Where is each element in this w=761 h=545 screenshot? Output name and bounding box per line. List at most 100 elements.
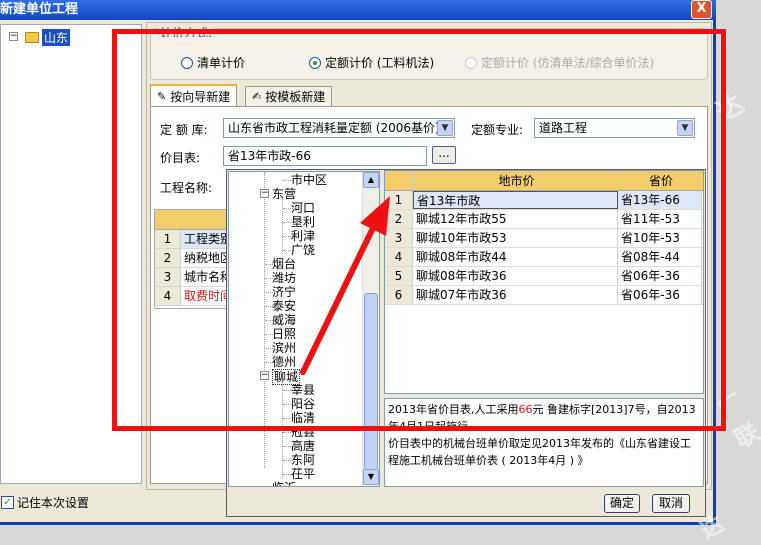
province-price-cell: 省10年-53 xyxy=(618,229,702,247)
project-info-grid[interactable]: 1 工程类别 2 纳税地区 3 城市名称 4 取费时间 xyxy=(154,209,234,309)
radio-bill-pricing[interactable]: 清单计价 xyxy=(181,54,245,71)
grid-header xyxy=(155,210,233,230)
close-button[interactable]: X xyxy=(691,0,712,19)
row-text: 纳税地区 xyxy=(184,251,233,265)
radio-quota-composite[interactable]: 定额计价 (仿清单法/综合单价法) xyxy=(465,54,654,71)
region-tree-item[interactable]: 阳谷 xyxy=(291,397,315,411)
tab-label: 按向导新建 xyxy=(170,90,231,104)
table-row[interactable]: 4 取费时间 xyxy=(155,287,233,306)
pricing-method-title: 计价方式: xyxy=(158,27,215,37)
tree-guide-line xyxy=(282,381,283,479)
scroll-thumb[interactable] xyxy=(364,293,378,470)
city-price-cell: 省13年市政 xyxy=(413,191,618,209)
region-tree-item[interactable]: 垦利 xyxy=(291,215,315,229)
row-number: 1 xyxy=(155,230,181,248)
cancel-button[interactable]: 取消 xyxy=(652,494,690,513)
region-tree-item[interactable]: 滨州 xyxy=(272,341,296,355)
tree-expander-icon[interactable]: − xyxy=(260,189,269,198)
region-tree-item[interactable]: 茌平 xyxy=(291,467,315,481)
note-line-2: 价目表中的机械台班单价取定见2013年发布的《山东省建设工程施工机械台班单价表 … xyxy=(388,437,691,467)
row-text: 工程类别 xyxy=(181,230,233,248)
scroll-up-icon[interactable]: ▲ xyxy=(363,172,379,188)
note-line-1: 2013年省价目表,人工采用66元 鲁建标字[2013]7号，自2013年4月1… xyxy=(388,401,700,429)
region-tree-item[interactable]: 市中区 xyxy=(291,173,327,187)
ok-button[interactable]: 确定 xyxy=(604,494,640,513)
column-header: 地市价 xyxy=(413,171,618,190)
region-tree-item[interactable]: 东营 xyxy=(272,187,296,201)
region-tree-item[interactable]: 利津 xyxy=(291,229,315,243)
watermark-glyph: 广联 xyxy=(711,387,761,454)
quota-major-value: 道路工程 xyxy=(539,121,588,135)
row-number: 2 xyxy=(155,249,181,267)
row-number: 1 xyxy=(385,191,413,209)
city-price-cell: 聊城08年市政44 xyxy=(413,248,618,266)
quota-major-select[interactable]: 道路工程 ▼ xyxy=(534,118,695,138)
region-tree-item[interactable]: 泰安 xyxy=(272,299,296,313)
region-tree-item[interactable]: 莘县 xyxy=(291,383,315,397)
region-tree[interactable]: 市中区 − 东营 河口 垦利 利津 广饶 烟台 潍坊 济宁 泰安 威海 日照 滨州 德州 − 聊城 莘县 阳谷 临清冠… xyxy=(228,171,380,487)
radio-label: 清单计价 xyxy=(197,56,246,70)
price-table-notes: 2013年省价目表,人工采用66元 鲁建标字[2013]7号，自2013年4月1… xyxy=(384,398,704,487)
quota-major-label: 定额专业: xyxy=(471,123,524,137)
column-header xyxy=(385,171,413,190)
quota-lib-select[interactable]: 山东省市政工程消耗量定额 (2006基价) ▼ xyxy=(223,118,455,138)
radio-label: 定额计价 (工料机法) xyxy=(325,56,435,70)
region-tree-item[interactable]: 临沂 xyxy=(272,481,296,486)
price-table-input[interactable]: 省13年市政-66 xyxy=(223,146,427,166)
region-tree-scrollbar[interactable]: ▲ ▼ xyxy=(362,172,379,486)
tree-node-shandong[interactable]: 山东 xyxy=(25,29,71,46)
region-tree-item[interactable]: 高唐 xyxy=(291,439,315,453)
region-tree-item[interactable]: 烟台 xyxy=(272,257,296,271)
tree-expander-icon[interactable]: − xyxy=(9,32,18,41)
table-row[interactable]: 2 纳税地区 xyxy=(155,249,233,268)
remember-label: 记住本次设置 xyxy=(17,496,90,510)
quota-lib-label: 定 额 库: xyxy=(160,123,208,137)
price-table-label: 价目表: xyxy=(160,151,201,165)
scroll-down-icon[interactable]: ▼ xyxy=(363,469,379,485)
radio-dot-icon xyxy=(181,56,193,69)
row-number: 4 xyxy=(385,248,413,266)
region-tree-item[interactable]: 东阿 xyxy=(291,453,315,467)
table-row[interactable]: 6 聊城07年市政36 省06年-36 xyxy=(385,286,703,305)
city-price-cell: 聊城12年市政55 xyxy=(413,210,618,228)
region-tree-item[interactable]: 日照 xyxy=(272,327,296,341)
radio-quota-labor-material[interactable]: 定额计价 (工料机法) xyxy=(309,54,434,71)
region-tree-item[interactable]: 广饶 xyxy=(291,243,315,257)
project-name-label: 工程名称: xyxy=(160,181,213,195)
city-price-cell: 聊城10年市政53 xyxy=(413,229,618,247)
region-tree-item[interactable]: 冠县 xyxy=(291,425,315,439)
table-row[interactable]: 3 聊城10年市政53 省10年-53 xyxy=(385,229,703,248)
tree-expander-icon[interactable]: − xyxy=(260,371,269,380)
region-tree-item[interactable]: 临清 xyxy=(291,411,315,425)
note-highlight: 66 xyxy=(518,403,533,416)
tab-template[interactable]: ✍ 按模板新建 xyxy=(245,86,333,106)
chevron-down-icon[interactable]: ▼ xyxy=(677,120,693,136)
region-tree-item[interactable]: 德州 xyxy=(272,355,296,369)
table-row[interactable]: 1 省13年市政 省13年-66 xyxy=(385,191,703,210)
chevron-down-icon[interactable]: ▼ xyxy=(437,120,453,136)
region-tree-item[interactable]: 河口 xyxy=(291,201,315,215)
table-row[interactable]: 3 城市名称 xyxy=(155,268,233,287)
table-row[interactable]: 4 聊城08年市政44 省08年-44 xyxy=(385,248,703,267)
row-number: 3 xyxy=(155,268,181,286)
price-list-table[interactable]: 地市价 省价 1 省13年市政 省13年-66 2 聊城12年市政55 省11年-53 3 聊… xyxy=(384,170,704,394)
tab-wizard[interactable]: ✎ 按向导新建 xyxy=(150,84,238,107)
region-root-tree[interactable]: − 山东 xyxy=(0,24,142,484)
table-row[interactable]: 1 工程类别 xyxy=(155,230,233,249)
region-tree-item[interactable]: 威海 xyxy=(272,313,296,327)
tab-label: 按模板新建 xyxy=(265,90,326,104)
province-price-cell: 省11年-53 xyxy=(618,210,702,228)
region-tree-item[interactable]: 潍坊 xyxy=(272,271,296,285)
radio-label: 定额计价 (仿清单法/综合单价法) xyxy=(481,56,655,70)
row-text: 取费时间 xyxy=(184,289,233,303)
remember-settings-checkbox[interactable]: ✓ 记住本次设置 xyxy=(1,494,89,511)
browse-button[interactable]: ... xyxy=(432,146,456,164)
folder-icon xyxy=(25,32,39,43)
region-tree-item[interactable]: 济宁 xyxy=(272,285,296,299)
radio-dot-icon xyxy=(465,56,477,69)
table-row[interactable]: 2 聊城12年市政55 省11年-53 xyxy=(385,210,703,229)
table-row[interactable]: 5 聊城08年市政36 省06年-36 xyxy=(385,267,703,286)
city-price-cell: 聊城07年市政36 xyxy=(413,286,618,304)
window-title: 新建单位工程 xyxy=(0,2,79,17)
window-titlebar[interactable]: 新建单位工程 X xyxy=(0,0,716,20)
